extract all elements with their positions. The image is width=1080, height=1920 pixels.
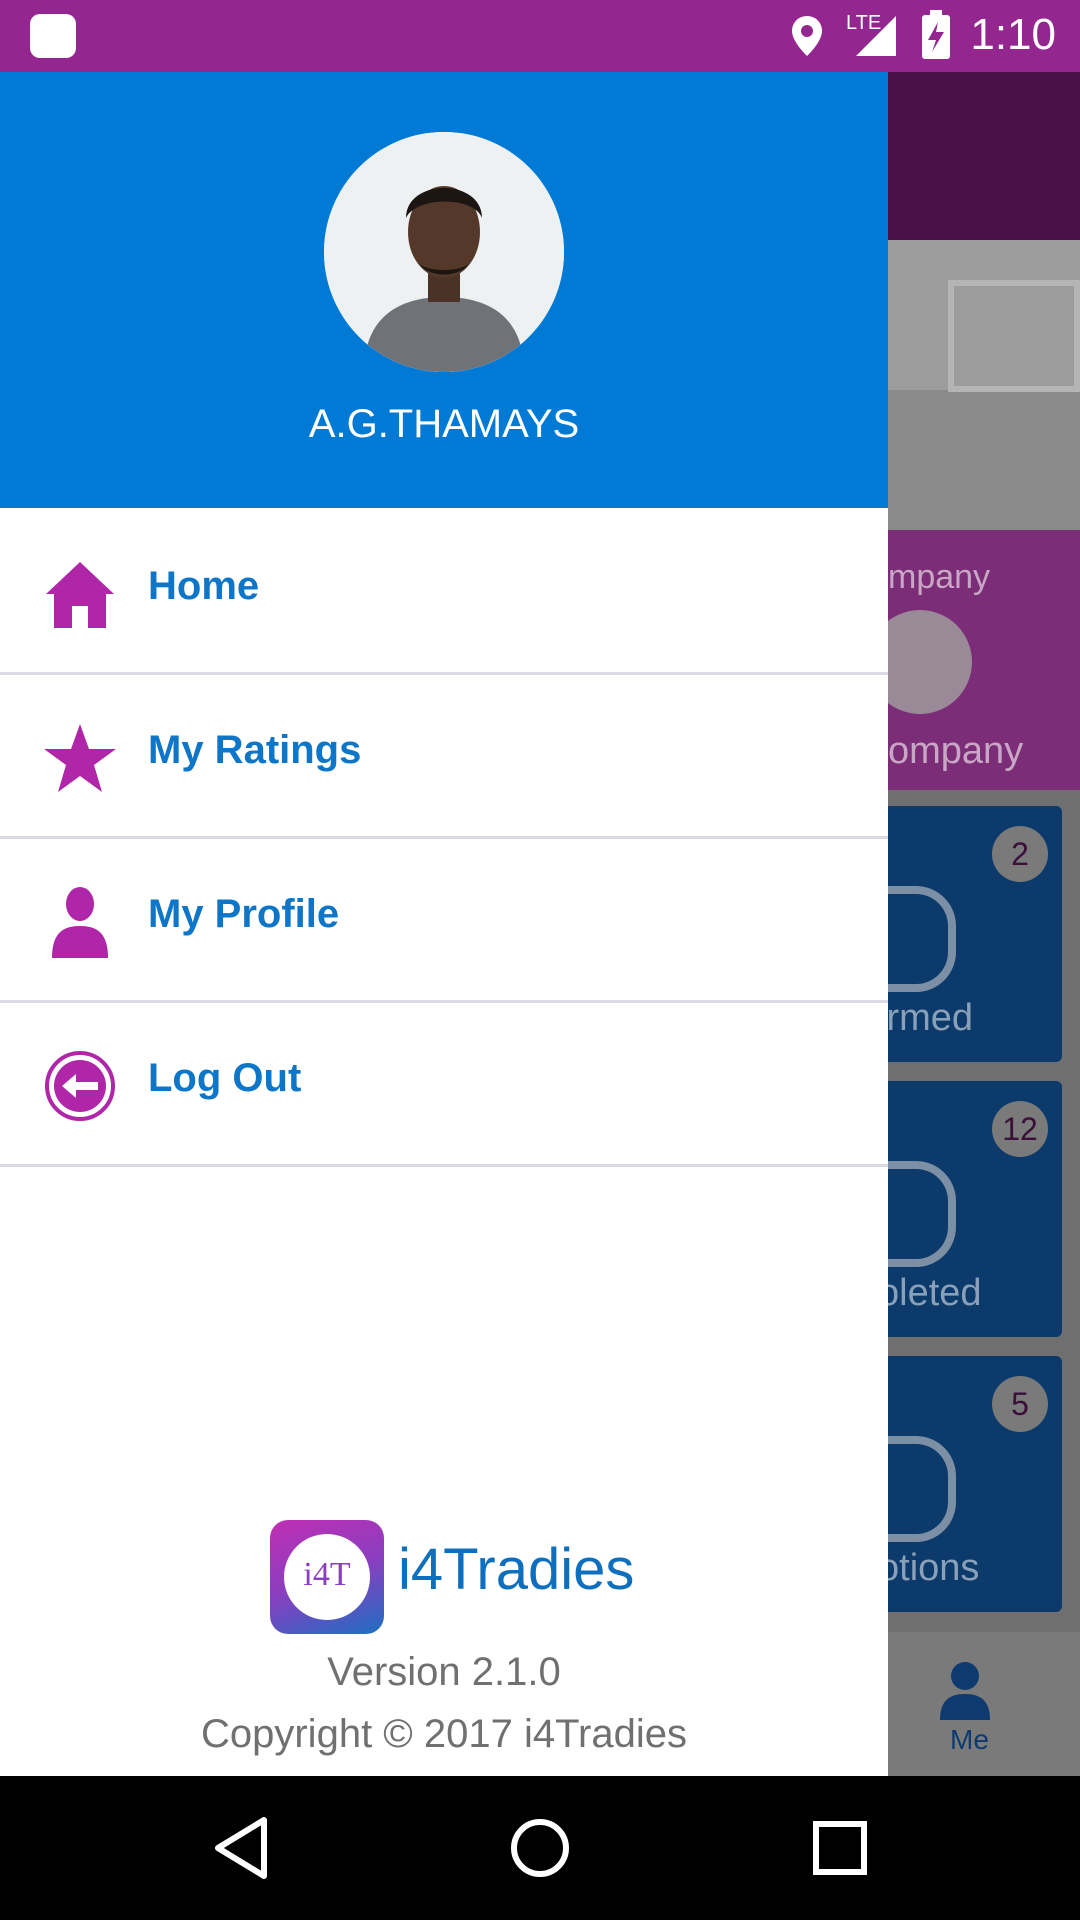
navigation-drawer: A.G.THAMAYS Home My Ratings My Profile L… [0,72,888,1776]
home-icon [46,562,114,628]
checklist-icon [888,1161,956,1267]
background-screen: mpany ompany 2 irmed 12 oleted 5 otions … [888,72,1080,1776]
logo-text: i4T [303,1556,351,1593]
person-icon [52,887,108,958]
background-company-label: ompany [888,730,1024,772]
logout-icon [45,1051,115,1121]
profile-photo [324,132,564,372]
menu-item-log-out[interactable]: Log Out [0,1000,888,1167]
background-bottom-nav: Me [888,1632,1080,1776]
background-company-label: mpany [888,558,991,596]
card-label: otions [888,1547,980,1589]
background-card-promotions: 5 otions [888,1356,1062,1612]
menu-item-home[interactable]: Home [0,508,888,675]
background-app-bar [888,72,1080,240]
building-icon [888,610,972,714]
background-banner-image [888,240,1080,530]
home-circle-icon[interactable] [504,1812,576,1884]
location-icon [792,16,822,56]
battery-charging-icon [922,10,950,59]
menu-item-label: My Profile [148,892,340,936]
background-card-confirmed: 2 irmed [888,806,1062,1062]
signal-icon [856,16,896,56]
i4tradies-logo: i4T [270,1520,384,1634]
card-badge: 12 [992,1101,1048,1157]
brand-name: i4Tradies [398,1537,635,1602]
copyright-text: Copyright © 2017 i4Tradies [200,1712,687,1756]
status-bar: LTE 1:10 [0,0,1080,72]
back-icon[interactable] [206,1812,278,1884]
recents-icon[interactable] [804,1812,876,1884]
menu-item-label: My Ratings [148,728,362,772]
card-label: irmed [888,997,974,1039]
card-label: oleted [888,1272,982,1314]
avatar[interactable] [324,132,564,372]
star-icon [44,724,116,792]
clock-icon [888,886,956,992]
gift-icon [888,1436,956,1542]
card-badge: 2 [992,826,1048,882]
menu-item-label: Home [148,564,260,608]
background-company-section: mpany ompany [888,530,1080,790]
person-icon [940,1662,990,1720]
system-nav-bar [0,1776,1080,1920]
bottom-nav-me-label: Me [950,1724,989,1755]
menu-item-my-profile[interactable]: My Profile [0,836,888,1003]
status-time: 1:10 [970,10,1056,59]
background-card-completed: 12 oleted [888,1081,1062,1337]
menu-item-label: Log Out [148,1056,302,1100]
card-badge: 5 [992,1376,1048,1432]
drawer-header: A.G.THAMAYS [0,72,888,508]
notification-icon [30,14,76,58]
menu-item-my-ratings[interactable]: My Ratings [0,672,888,839]
app-version: Version 2.1.0 [327,1650,561,1694]
user-name: A.G.THAMAYS [308,402,580,446]
